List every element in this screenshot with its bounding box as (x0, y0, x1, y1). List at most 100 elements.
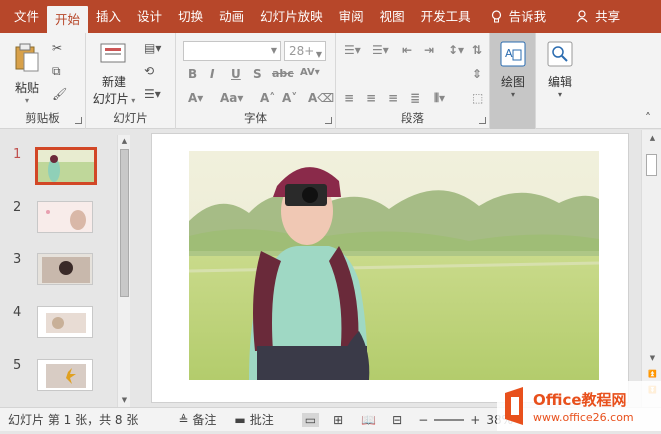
thumbnail-number: 4 (13, 305, 22, 320)
italic-icon[interactable]: I (210, 67, 214, 81)
align-center-icon[interactable]: ≡ (366, 91, 376, 105)
font-size-combo[interactable]: 28+ ▼ (284, 41, 326, 61)
share-button[interactable]: 共享 (568, 0, 628, 33)
editing-button[interactable]: 编辑 ▾ (540, 41, 580, 99)
bold-icon[interactable]: B (188, 67, 197, 81)
tab-animations[interactable]: 动画 (211, 0, 252, 33)
font-color-icon[interactable]: A▾ (188, 91, 203, 105)
scroll-up-icon[interactable]: ▲ (646, 132, 659, 144)
zoom-in-icon[interactable]: + (470, 413, 480, 427)
text-direction-icon[interactable]: ⇅ (472, 43, 482, 57)
tell-me-label: 告诉我 (508, 9, 547, 24)
ribbon-home: 粘贴 ▾ ✂ ⧉ 🖌 剪贴板 新建 幻灯片 ▾ ▤▾ ⟲ ☰▾ 幻灯片 ▼ 28… (0, 33, 661, 129)
thumbnail-number: 2 (13, 200, 22, 215)
reset-icon[interactable]: ⟲ (144, 64, 154, 78)
tab-developer[interactable]: 开发工具 (413, 0, 479, 33)
slide-thumbnail-3[interactable] (37, 253, 93, 285)
spacing-icon[interactable]: AV▾ (300, 67, 320, 78)
justify-icon[interactable]: ≣ (410, 91, 420, 105)
search-icon (540, 41, 580, 70)
scroll-down-icon[interactable]: ▼ (118, 394, 131, 406)
drawing-group[interactable]: A 绘图 ▾ (490, 33, 536, 129)
person-icon (576, 9, 592, 24)
tab-insert[interactable]: 插入 (88, 0, 129, 33)
decrease-indent-icon[interactable]: ⇤ (402, 43, 412, 57)
prev-slide-icon[interactable]: ⏫ (646, 368, 659, 380)
align-left-icon[interactable]: ≡ (344, 91, 354, 105)
collapse-ribbon-icon[interactable]: ˄ (645, 111, 651, 125)
font-name-combo[interactable]: ▼ (183, 41, 281, 61)
columns-icon[interactable]: ⫴▾ (434, 91, 445, 106)
slide-thumbnail-4[interactable] (37, 306, 93, 338)
slide-sorter-icon[interactable]: ⊞ (333, 413, 343, 427)
editor-scrollbar[interactable]: ▲ ▼ ⏫ ⏬ (641, 130, 661, 407)
lightbulb-icon (491, 9, 506, 24)
comments-button[interactable]: ▬ 批注 (234, 411, 273, 428)
tab-review[interactable]: 审阅 (331, 0, 372, 33)
tab-slideshow[interactable]: 幻灯片放映 (252, 0, 331, 33)
ribbon-tab-bar: 文件 开始 插入 设计 切换 动画 幻灯片放映 审阅 视图 开发工具 告诉我 共… (0, 0, 661, 33)
paragraph-launcher-icon[interactable] (479, 117, 486, 124)
drawing-label: 绘图 (500, 75, 525, 89)
scroll-thumb[interactable] (646, 154, 657, 176)
zoom-slider[interactable] (434, 418, 465, 421)
thumbnail-number: 1 (13, 147, 22, 162)
paste-button[interactable]: 粘贴 ▾ (8, 43, 46, 105)
slide-thumbnail-5[interactable] (37, 359, 93, 391)
cut-icon[interactable]: ✂ (52, 41, 62, 55)
clipboard-group-label: 剪贴板 (25, 111, 60, 125)
section-icon[interactable]: ☰▾ (144, 87, 161, 101)
drawing-button[interactable]: A 绘图 ▾ (494, 41, 532, 99)
clear-format-icon[interactable]: A⌫ (308, 91, 334, 105)
editing-group: 编辑 ▾ (536, 33, 582, 129)
copy-icon[interactable]: ⧉ (52, 64, 61, 79)
slide-thumbnail-1[interactable] (35, 147, 97, 185)
thumbnail-scrollbar[interactable]: ▲ ▼ (117, 135, 130, 407)
tab-design[interactable]: 设计 (129, 0, 170, 33)
grow-font-icon[interactable]: A˄ (260, 91, 275, 105)
scroll-thumb[interactable] (120, 149, 129, 297)
slideshow-icon[interactable]: ⊟ (392, 413, 402, 427)
chevron-down-icon[interactable]: ▼ (316, 46, 322, 64)
thumbnail-number: 3 (13, 252, 22, 267)
shapes-icon: A (494, 41, 532, 70)
bullets-icon[interactable]: ☰▾ (344, 43, 361, 57)
scroll-up-icon[interactable]: ▲ (118, 135, 131, 147)
tab-file[interactable]: 文件 (6, 0, 47, 33)
numbering-icon[interactable]: ☰▾ (372, 43, 389, 57)
reading-view-icon[interactable]: 📖 (361, 413, 376, 427)
paste-icon (8, 43, 46, 76)
font-launcher-icon[interactable] (325, 117, 332, 124)
new-slide-button[interactable]: 新建 幻灯片 ▾ (90, 41, 138, 107)
line-spacing-icon[interactable]: ↕▾ (448, 43, 464, 57)
tab-view[interactable]: 视图 (372, 0, 413, 33)
shadow-icon[interactable]: S (253, 67, 262, 81)
normal-view-icon[interactable]: ▭ (301, 412, 320, 427)
underline-icon[interactable]: U (231, 67, 241, 81)
format-painter-icon[interactable]: 🖌 (52, 87, 67, 101)
new-slide-label-1: 新建 (101, 75, 126, 89)
layout-icon[interactable]: ▤▾ (144, 41, 161, 55)
notes-icon: ≜ (178, 412, 189, 427)
scroll-down-icon[interactable]: ▼ (646, 352, 659, 364)
shrink-font-icon[interactable]: A˅ (282, 91, 297, 105)
slide-thumbnail-pane: 1 2 3 4 5 (0, 130, 132, 407)
strikethrough-icon[interactable]: abc (272, 67, 294, 80)
watermark-brand: Office教程网 (533, 391, 627, 409)
tell-me-box[interactable]: 告诉我 (483, 0, 555, 33)
clipboard-launcher-icon[interactable] (75, 117, 82, 124)
notes-button[interactable]: ≜ 备注 (178, 411, 216, 428)
align-text-icon[interactable]: ⇕ (472, 67, 482, 81)
zoom-out-icon[interactable]: − (418, 413, 428, 427)
slide-thumbnail-2[interactable] (37, 201, 93, 233)
smartart-icon[interactable]: ⬚ (472, 91, 483, 105)
tab-home[interactable]: 开始 (47, 6, 89, 33)
watermark-url: www.office26.com (533, 411, 634, 424)
svg-text:A: A (505, 47, 513, 60)
chevron-down-icon[interactable]: ▼ (271, 46, 277, 55)
align-right-icon[interactable]: ≡ (388, 91, 398, 105)
increase-indent-icon[interactable]: ⇥ (424, 43, 434, 57)
change-case-icon[interactable]: Aa▾ (220, 91, 243, 105)
slide-photo[interactable] (189, 151, 599, 380)
tab-transitions[interactable]: 切换 (170, 0, 211, 33)
